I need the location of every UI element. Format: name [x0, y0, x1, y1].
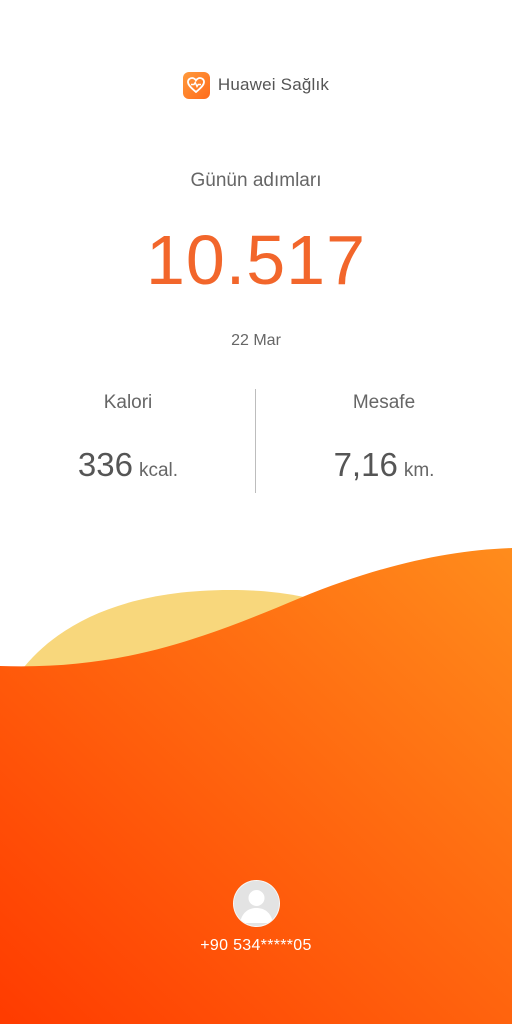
calories-value: 336	[77, 446, 133, 483]
profile-section: +90 534*****05	[0, 880, 512, 955]
steps-value: 10.517	[145, 221, 367, 299]
calories-value-row: 336 kcal.	[0, 446, 256, 484]
date-text: 22 Mar	[231, 332, 281, 349]
heart-icon	[182, 71, 210, 99]
phone-number: +90 534*****05	[200, 937, 312, 954]
wave-background	[0, 548, 512, 1024]
app-header: Huawei Sağlık	[0, 68, 512, 102]
health-share-card: Huawei Sağlık Günün adımları 10.517 22 M…	[0, 0, 512, 1024]
distance-stat: Mesafe 7,16 km.	[256, 392, 512, 484]
distance-label: Mesafe	[352, 392, 416, 413]
steps-label: Günün adımları	[190, 170, 322, 191]
calories-stat: Kalori 336 kcal.	[0, 392, 256, 484]
calories-unit: kcal.	[138, 460, 179, 481]
distance-value: 7,16	[333, 446, 398, 483]
calories-label: Kalori	[103, 392, 153, 413]
distance-unit: km.	[403, 460, 435, 481]
distance-value-row: 7,16 km.	[256, 446, 512, 484]
user-avatar-icon	[232, 880, 280, 927]
app-name: Huawei Sağlık	[217, 75, 330, 94]
